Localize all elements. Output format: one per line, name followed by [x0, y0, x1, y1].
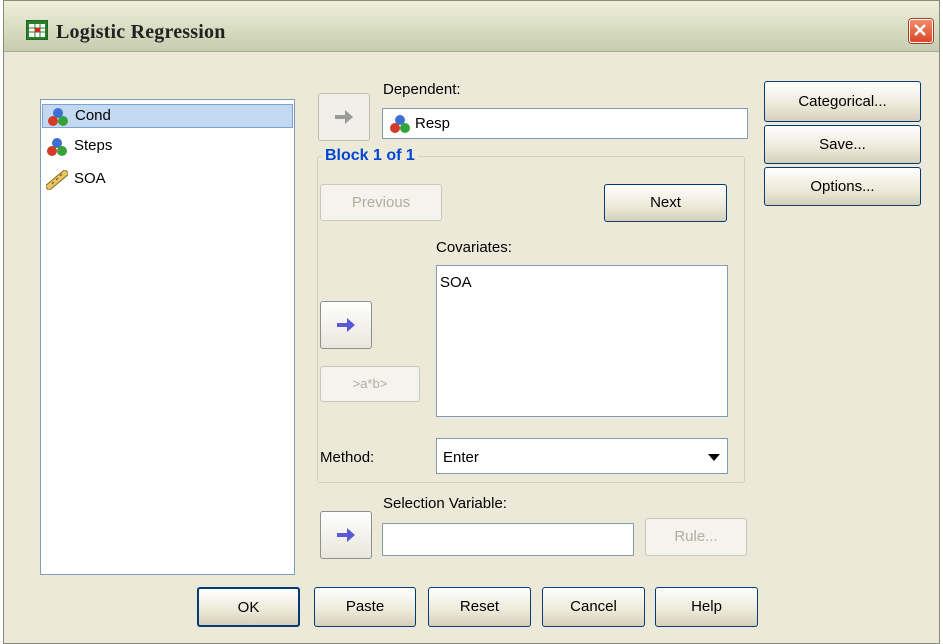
reset-button[interactable]: Reset	[428, 587, 531, 627]
dialog-window: Logistic Regression Cond Steps SOA Depen…	[3, 0, 940, 644]
options-button[interactable]: Options...	[764, 167, 921, 206]
cancel-button[interactable]: Cancel	[542, 587, 645, 627]
covariates-list[interactable]: SOA	[436, 265, 728, 417]
dependent-value: Resp	[415, 115, 451, 132]
close-icon	[914, 24, 926, 36]
arrow-right-icon	[337, 528, 355, 542]
dependent-field[interactable]: Resp	[382, 108, 748, 139]
next-button[interactable]: Next	[604, 184, 727, 222]
variable-item-soa[interactable]: SOA	[42, 168, 293, 192]
selection-variable-label: Selection Variable:	[383, 495, 507, 512]
window-title: Logistic Regression	[56, 21, 226, 43]
variable-list[interactable]: Cond Steps SOA	[40, 99, 295, 575]
variable-item-steps[interactable]: Steps	[42, 135, 293, 159]
save-button[interactable]: Save...	[764, 125, 921, 164]
nominal-variable-icon	[48, 108, 68, 126]
method-label: Method:	[320, 449, 375, 466]
method-value: Enter	[443, 449, 479, 466]
help-button[interactable]: Help	[655, 587, 758, 627]
variable-label: SOA	[74, 170, 106, 187]
spss-app-icon	[26, 20, 48, 40]
selection-variable-field[interactable]	[382, 523, 634, 556]
close-button[interactable]	[909, 19, 933, 43]
paste-button[interactable]: Paste	[314, 587, 416, 627]
method-dropdown[interactable]: Enter	[436, 438, 728, 474]
nominal-variable-icon	[390, 115, 410, 133]
variable-label: Cond	[75, 107, 111, 124]
block-title: Block 1 of 1	[322, 147, 418, 165]
interaction-button[interactable]: >a*b>	[320, 366, 420, 402]
title-bar[interactable]: Logistic Regression	[4, 1, 939, 52]
categorical-button[interactable]: Categorical...	[764, 81, 921, 122]
selection-move-button[interactable]	[320, 511, 372, 559]
ok-button[interactable]: OK	[197, 587, 300, 627]
rule-button[interactable]: Rule...	[645, 518, 747, 556]
covariate-item[interactable]: SOA	[440, 274, 472, 291]
nominal-variable-icon	[47, 138, 67, 156]
variable-label: Steps	[74, 137, 113, 154]
previous-button[interactable]: Previous	[320, 184, 442, 221]
covariates-move-button[interactable]	[320, 301, 372, 349]
dependent-move-button[interactable]	[318, 93, 370, 141]
chevron-down-icon	[708, 454, 720, 461]
dependent-label: Dependent:	[383, 81, 461, 98]
arrow-right-icon	[337, 318, 355, 332]
scale-variable-icon	[46, 170, 68, 190]
variable-item-cond[interactable]: Cond	[42, 104, 293, 128]
covariates-label: Covariates:	[436, 239, 512, 256]
arrow-right-icon	[335, 110, 353, 124]
